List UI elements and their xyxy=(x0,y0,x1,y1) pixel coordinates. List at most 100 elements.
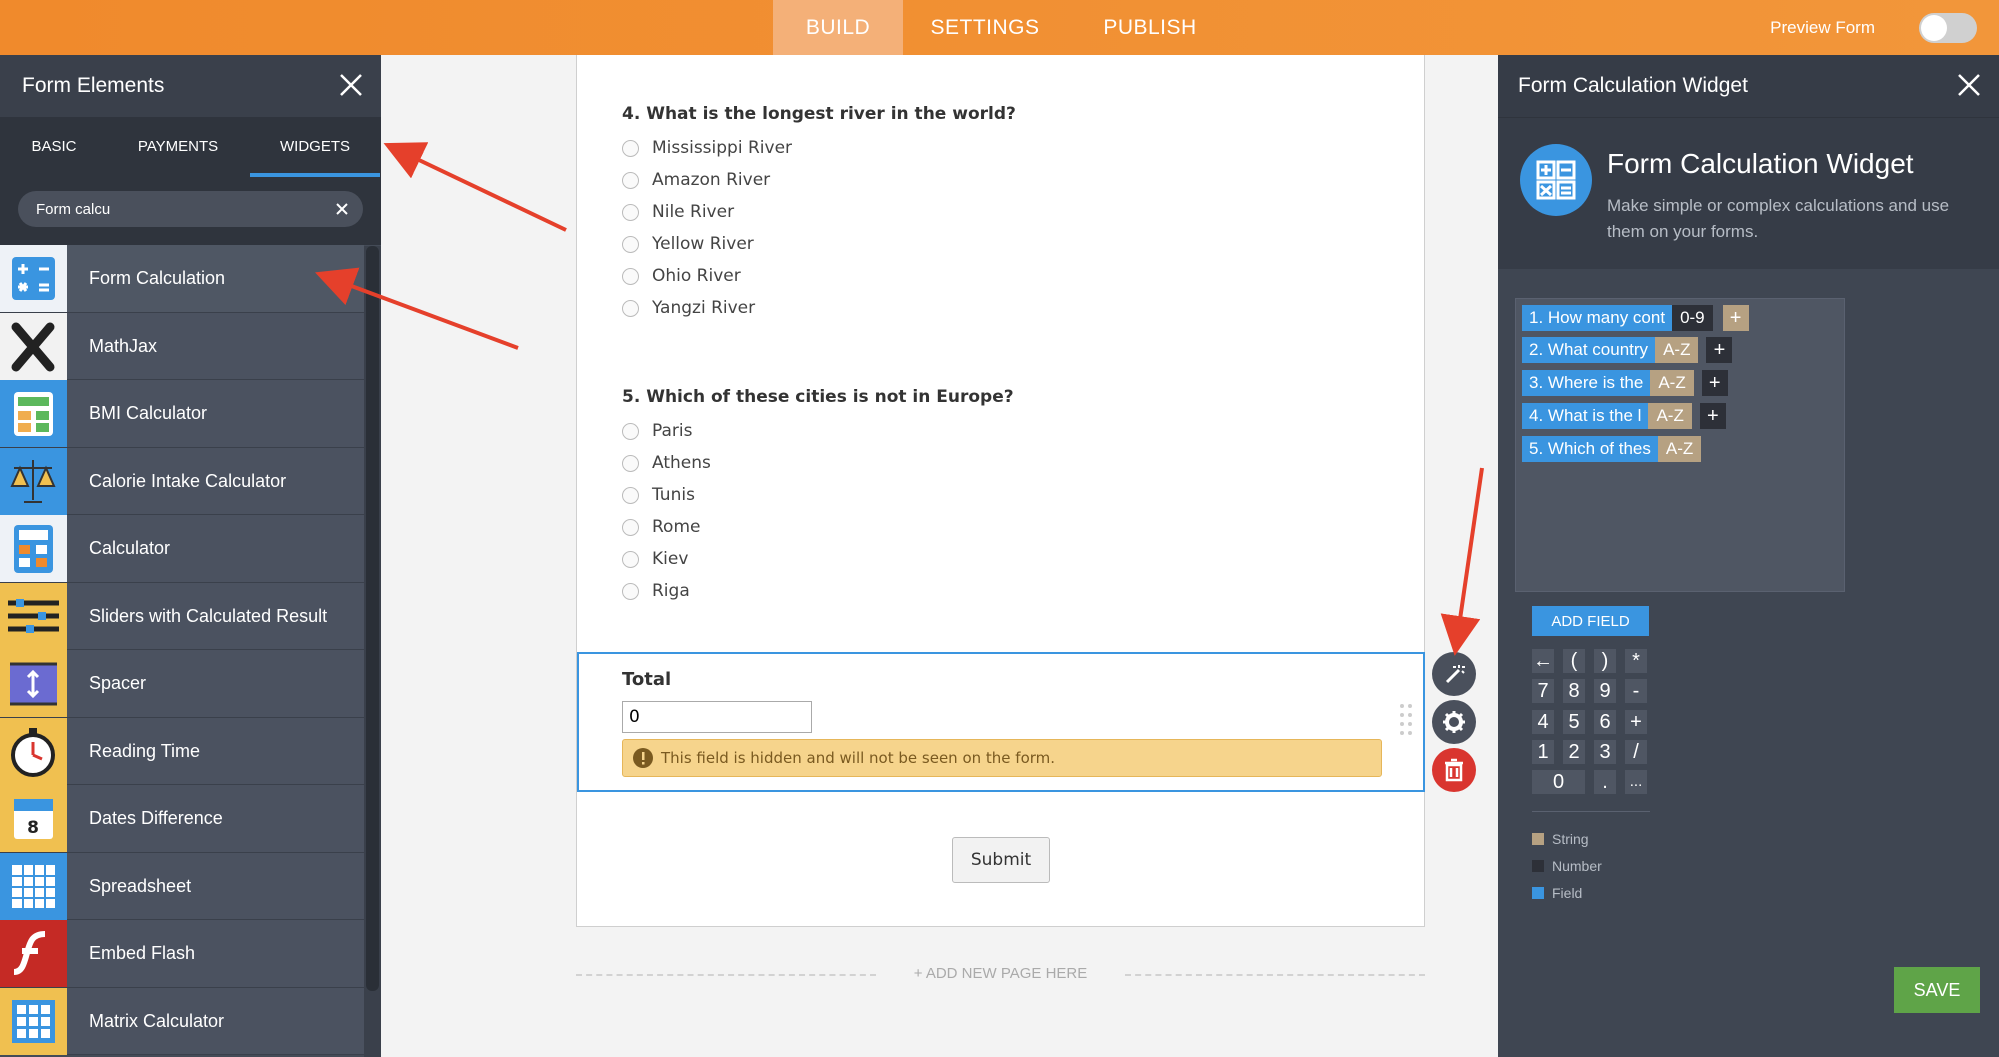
close-icon[interactable] xyxy=(337,71,365,99)
calendar-icon: 8 xyxy=(0,785,67,852)
field-token[interactable]: 1. How many cont xyxy=(1522,305,1673,331)
radio-option[interactable]: Mississippi River xyxy=(622,132,1016,164)
widget-mathjax[interactable]: MathJax xyxy=(0,312,364,380)
save-button[interactable]: SAVE xyxy=(1894,967,1980,1013)
key-8[interactable]: 8 xyxy=(1563,679,1585,703)
wand-button[interactable] xyxy=(1432,652,1476,696)
radio-button[interactable] xyxy=(622,486,639,504)
string-token[interactable]: A-Z xyxy=(1650,370,1694,396)
string-token[interactable]: A-Z xyxy=(1655,337,1699,363)
add-new-page-label[interactable]: + ADD NEW PAGE HERE xyxy=(893,965,1108,982)
widget-calculator[interactable]: Calculator xyxy=(0,515,364,583)
tab-build[interactable]: BUILD xyxy=(773,0,903,55)
tab-publish[interactable]: PUBLISH xyxy=(1085,0,1215,55)
total-input[interactable] xyxy=(622,701,812,733)
close-icon[interactable] xyxy=(1955,71,1983,99)
radio-button[interactable] xyxy=(622,550,639,568)
key-5[interactable]: 5 xyxy=(1563,710,1585,734)
radio-option[interactable]: Rome xyxy=(622,511,1014,543)
key-2[interactable]: 2 xyxy=(1563,740,1585,764)
field-token[interactable]: 3. Where is the xyxy=(1522,370,1651,396)
key-multiply[interactable]: * xyxy=(1625,649,1647,673)
radio-option[interactable]: Paris xyxy=(622,415,1014,447)
radio-option[interactable]: Riga xyxy=(622,575,1014,607)
radio-button[interactable] xyxy=(622,422,639,440)
submit-button[interactable]: Submit xyxy=(952,837,1050,883)
radio-button[interactable] xyxy=(622,171,639,189)
key-6[interactable]: 6 xyxy=(1594,710,1616,734)
widget-spreadsheet[interactable]: Spreadsheet xyxy=(0,852,364,920)
field-token[interactable]: 5. Which of thes xyxy=(1522,436,1658,462)
radio-option[interactable]: Yellow River xyxy=(622,228,1016,260)
widget-label: Spreadsheet xyxy=(89,875,192,896)
widget-bmi-calculator[interactable]: BMI Calculator xyxy=(0,380,364,448)
tab-settings[interactable]: SETTINGS xyxy=(920,0,1050,55)
key-1[interactable]: 1 xyxy=(1532,740,1554,764)
plus-operator[interactable]: + xyxy=(1706,337,1733,363)
widget-label: Embed Flash xyxy=(89,943,196,963)
calculation-editor[interactable]: 1. How many cont 0-9 + 2. What country A… xyxy=(1515,298,1845,592)
preview-form-toggle[interactable] xyxy=(1919,13,1977,43)
key-3[interactable]: 3 xyxy=(1594,740,1616,764)
total-field-block[interactable]: Total This field is hidden and will not … xyxy=(577,652,1425,792)
key-close-paren[interactable]: ) xyxy=(1594,649,1616,673)
key-plus[interactable]: + xyxy=(1625,710,1647,734)
key-4[interactable]: 4 xyxy=(1532,710,1554,734)
settings-button[interactable] xyxy=(1432,700,1476,744)
widget-embed-flash[interactable]: Embed Flash xyxy=(0,920,364,988)
plus-operator[interactable]: + xyxy=(1722,305,1749,331)
string-token[interactable]: A-Z xyxy=(1648,403,1692,429)
drag-handle-icon[interactable] xyxy=(1399,702,1413,738)
key-9[interactable]: 9 xyxy=(1594,679,1616,703)
radio-option[interactable]: Nile River xyxy=(622,196,1016,228)
widget-calorie-intake-calculator[interactable]: Calorie Intake Calculator xyxy=(0,447,364,515)
widget-sliders-calculated-result[interactable]: Sliders with Calculated Result xyxy=(0,582,364,650)
key-open-paren[interactable]: ( xyxy=(1563,649,1585,673)
key-decimal[interactable]: . xyxy=(1594,770,1616,794)
key-7[interactable]: 7 xyxy=(1532,679,1554,703)
add-new-page[interactable]: + ADD NEW PAGE HERE xyxy=(576,964,1425,984)
widget-spacer[interactable]: Spacer xyxy=(0,650,364,718)
key-minus[interactable]: - xyxy=(1625,679,1647,703)
widget-list-scrollbar[interactable] xyxy=(364,246,381,1057)
widget-reading-time[interactable]: Reading Time xyxy=(0,717,364,785)
radio-button[interactable] xyxy=(622,454,639,472)
plus-operator[interactable]: + xyxy=(1701,370,1728,396)
tab-widgets[interactable]: WIDGETS xyxy=(250,117,380,177)
search-input[interactable] xyxy=(18,191,318,227)
key-backspace[interactable]: ← xyxy=(1532,649,1554,673)
radio-button[interactable] xyxy=(622,203,639,221)
radio-button[interactable] xyxy=(622,139,639,157)
panel-header: Form Elements xyxy=(0,55,381,117)
clear-search-icon[interactable] xyxy=(333,200,351,218)
radio-option[interactable]: Tunis xyxy=(622,479,1014,511)
radio-option[interactable]: Amazon River xyxy=(622,164,1016,196)
add-field-button[interactable]: ADD FIELD xyxy=(1532,606,1649,636)
widget-dates-difference[interactable]: 8 Dates Difference xyxy=(0,785,364,853)
radio-button[interactable] xyxy=(622,582,639,600)
tab-basic[interactable]: BASIC xyxy=(0,117,108,177)
plus-operator[interactable]: + xyxy=(1699,403,1726,429)
field-token[interactable]: 4. What is the l xyxy=(1522,403,1649,429)
widget-form-calculation[interactable]: Form Calculation xyxy=(0,245,364,313)
radio-button[interactable] xyxy=(622,235,639,253)
radio-option[interactable]: Ohio River xyxy=(622,260,1016,292)
key-more[interactable]: ... xyxy=(1625,770,1647,794)
string-token[interactable]: A-Z xyxy=(1657,436,1702,462)
radio-option[interactable]: Athens xyxy=(622,447,1014,479)
key-divide[interactable]: / xyxy=(1625,740,1647,764)
scrollbar-thumb[interactable] xyxy=(366,246,379,991)
delete-button[interactable] xyxy=(1432,748,1476,792)
tab-payments[interactable]: PAYMENTS xyxy=(118,117,238,177)
radio-button[interactable] xyxy=(622,299,639,317)
radio-button[interactable] xyxy=(622,518,639,536)
field-token[interactable]: 2. What country xyxy=(1522,337,1656,363)
radio-button[interactable] xyxy=(622,267,639,285)
number-token[interactable]: 0-9 xyxy=(1672,305,1713,331)
widget-description: Make simple or complex calculations and … xyxy=(1607,196,1950,241)
radio-option[interactable]: Kiev xyxy=(622,543,1014,575)
key-0[interactable]: 0 xyxy=(1532,770,1585,794)
radio-option[interactable]: Yangzi River xyxy=(622,292,1016,324)
legend-label: String xyxy=(1552,831,1589,847)
widget-matrix-calculator[interactable]: Matrix Calculator xyxy=(0,987,364,1055)
